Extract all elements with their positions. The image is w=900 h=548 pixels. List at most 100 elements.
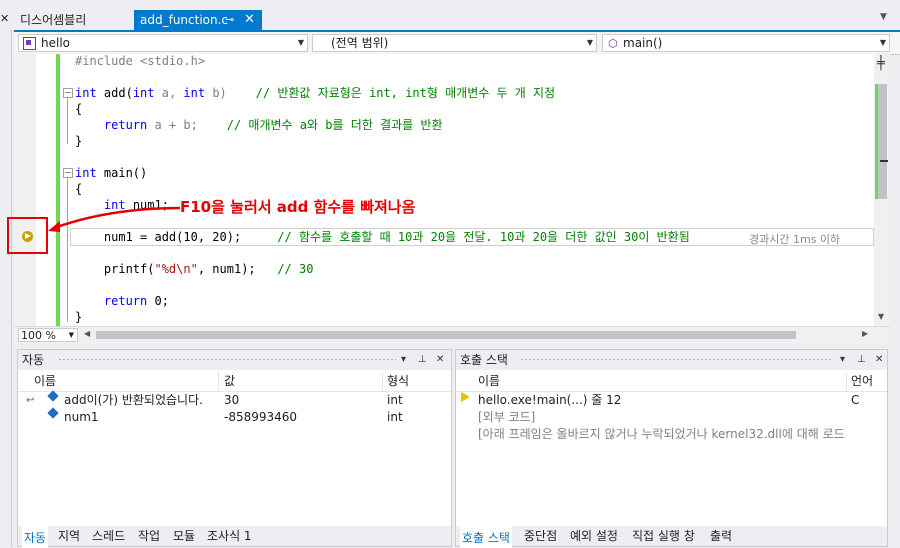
- variable-name: num1: [64, 410, 99, 424]
- tab-immediate-window[interactable]: 직접 실행 창: [632, 526, 695, 546]
- tab-autos[interactable]: 자동: [22, 526, 49, 548]
- column-type[interactable]: 형식: [387, 372, 409, 391]
- return-value-icon: ↩: [26, 395, 35, 406]
- close-icon[interactable]: ✕: [244, 10, 255, 30]
- frame-language: C: [851, 393, 860, 407]
- variable-cube-icon: [47, 407, 59, 419]
- function-label: main(): [623, 36, 663, 50]
- callstack-bottom-tabs: 호출 스택 중단점 예외 설정 직접 실행 창 출력: [456, 526, 887, 548]
- variable-value: -858993460: [224, 410, 298, 424]
- project-dropdown[interactable]: hello ▼: [18, 34, 308, 52]
- indicator-margin[interactable]: [14, 54, 36, 326]
- table-row[interactable]: hello.exe!main(...) 줄 12: [456, 392, 846, 409]
- dropdown-icon[interactable]: ▾: [401, 350, 406, 370]
- function-dropdown[interactable]: ⬡ main() ▼: [602, 34, 890, 52]
- column-language[interactable]: 언어: [851, 372, 873, 391]
- tab-exception-settings[interactable]: 예외 설정: [570, 526, 618, 546]
- change-tracking-bar: [56, 54, 60, 326]
- pin-icon[interactable]: ⊸: [225, 10, 234, 30]
- code-line-3: int add(int a, int b) // 반환값 자료형은 int, i…: [75, 86, 556, 100]
- chevron-down-icon: ▼: [297, 38, 304, 47]
- scroll-thumb[interactable]: [877, 84, 887, 199]
- fold-toggle-main[interactable]: −: [63, 168, 73, 178]
- tab-threads[interactable]: 스레드: [92, 526, 125, 546]
- frame-language-cell: C: [851, 392, 881, 409]
- annotation-arrow: [48, 206, 181, 232]
- code-line-17: }: [75, 310, 83, 324]
- table-row[interactable]: num1 -858993460 int: [18, 407, 451, 426]
- autos-bottom-tabs: 자동 지역 스레드 작업 모듈 조사식 1: [18, 526, 451, 548]
- column-value[interactable]: 값: [224, 372, 235, 391]
- autos-column-header: 이름 값 형식: [18, 372, 451, 392]
- tab-disassembly[interactable]: 디스어셈블리: [14, 10, 129, 30]
- editor-vertical-scrollbar[interactable]: ╪ ▼: [874, 54, 890, 326]
- function-cube-icon: ⬡: [608, 37, 618, 50]
- variable-type: int: [387, 393, 403, 407]
- current-frame-arrow-icon: [461, 392, 470, 402]
- scroll-right-icon[interactable]: ▶: [862, 329, 868, 338]
- fold-toggle-add[interactable]: −: [63, 88, 73, 98]
- pin-icon[interactable]: ⊥: [857, 350, 866, 370]
- table-row[interactable]: [외부 코드]: [456, 409, 846, 426]
- tab-add-function-label: add_function.c: [140, 13, 229, 27]
- tab-add-function[interactable]: add_function.c ⊸ ✕: [134, 10, 262, 30]
- variable-cube-icon: [47, 390, 59, 402]
- code-line-8: int main(): [75, 166, 148, 180]
- tab-breakpoints[interactable]: 중단점: [524, 526, 557, 546]
- split-icon[interactable]: ╪: [877, 56, 885, 71]
- callstack-rows-clip: hello.exe!main(...) 줄 12 [외부 코드] [아래 프레임…: [456, 350, 846, 546]
- chevron-down-icon: ▼: [68, 331, 74, 339]
- change-marker: [875, 84, 878, 199]
- tab-locals[interactable]: 지역: [58, 526, 80, 546]
- code-line-4: {: [75, 102, 83, 116]
- code-line-6: }: [75, 134, 83, 148]
- frame-name: hello.exe!main(...) 줄 12: [478, 393, 622, 407]
- project-file-icon: [23, 37, 36, 50]
- autos-title-bar: 자동 ▾ ⊥ ✕: [18, 350, 451, 370]
- scroll-left-icon[interactable]: ◀: [84, 329, 90, 338]
- pin-icon[interactable]: ⊥: [418, 350, 427, 370]
- frame-name: [아래 프레임은 올바르지 않거나 누락되었거나 kernel32.dll에 대…: [478, 427, 845, 441]
- zoom-dropdown[interactable]: 100 % ▼: [18, 328, 78, 342]
- toolbox-close-icon[interactable]: ✕: [0, 12, 9, 25]
- code-line-14: printf("%d\n", num1); // 30: [103, 262, 314, 276]
- tab-callstack[interactable]: 호출 스택: [460, 526, 512, 548]
- chevron-down-icon: ▼: [879, 38, 886, 47]
- table-row[interactable]: [아래 프레임은 올바르지 않거나 누락되었거나 kernel32.dll에 대…: [456, 426, 846, 443]
- autos-title: 자동: [22, 353, 45, 367]
- close-icon[interactable]: ✕: [436, 350, 444, 370]
- tab-modules[interactable]: 모듈: [173, 526, 195, 546]
- annotation-text: F10을 눌러서 add 함수를 빠져나옴: [180, 198, 416, 216]
- elapsed-time-hint: 경과시간 1ms 이하: [749, 233, 841, 246]
- drag-grip[interactable]: [58, 358, 396, 361]
- caret-marker: [880, 160, 888, 162]
- chevron-down-icon: ▼: [586, 38, 593, 47]
- column-separator: [846, 372, 847, 391]
- column-separator: [382, 372, 383, 391]
- toolbox-strip: ✕: [0, 0, 12, 547]
- scope-label: (전역 범위): [331, 36, 389, 50]
- variable-name: add이(가) 반환되었습니다.: [64, 393, 203, 407]
- scope-dropdown[interactable]: (전역 범위) ▼: [312, 34, 597, 52]
- close-icon[interactable]: ✕: [875, 350, 883, 370]
- autos-panel: 자동 ▾ ⊥ ✕ 이름 값 형식 ↩ add이(가) 반환되었습니다. 30 i…: [17, 349, 452, 548]
- tab-disassembly-label: 디스어셈블리: [20, 13, 87, 27]
- column-separator: [218, 372, 219, 391]
- tab-watch1[interactable]: 조사식 1: [207, 526, 252, 546]
- zoom-level: 100 %: [21, 329, 56, 342]
- horizontal-scroll-thumb[interactable]: [96, 331, 796, 339]
- column-name[interactable]: 이름: [34, 372, 56, 391]
- callstack-panel: 호출 스택 ▾ ⊥ ✕ 이름 언어 hello.exe!main(...) 줄 …: [455, 349, 888, 548]
- code-line-16: return 0;: [103, 294, 169, 308]
- tab-output[interactable]: 출력: [710, 526, 732, 546]
- code-line-1: #include <stdio.h>: [75, 54, 206, 68]
- scroll-down-icon[interactable]: ▼: [878, 312, 884, 321]
- fold-line: [67, 98, 68, 144]
- frame-name: [외부 코드]: [478, 410, 536, 424]
- code-line-9: {: [75, 182, 83, 196]
- variable-value: 30: [224, 393, 240, 407]
- table-row[interactable]: ↩ add이(가) 반환되었습니다. 30 int: [18, 390, 451, 409]
- variable-type: int: [387, 410, 403, 424]
- tab-tasks[interactable]: 작업: [138, 526, 160, 546]
- tab-overflow-icon[interactable]: ▼: [880, 12, 887, 22]
